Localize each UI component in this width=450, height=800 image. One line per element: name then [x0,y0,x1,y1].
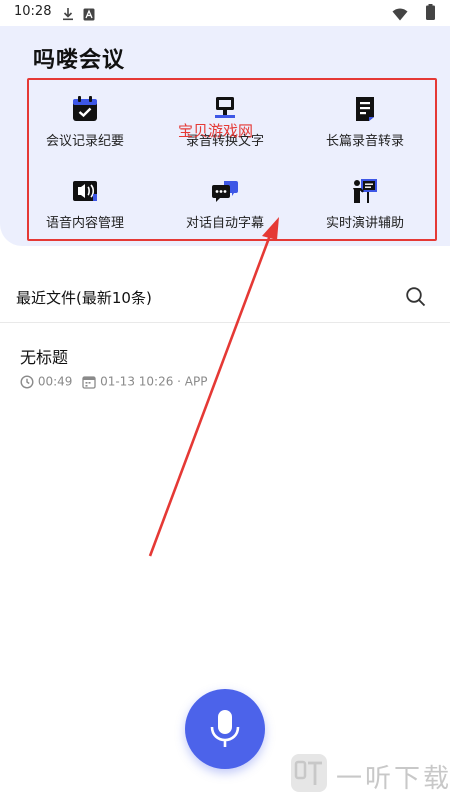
download-icon [62,6,74,25]
presenter-icon [352,178,378,204]
yiting-watermark-text: 一听下载 [336,764,450,794]
file-date-source: 01-13 10:26 · APP [100,374,208,389]
yiting-logo-icon [290,753,328,793]
feature-long-transcription[interactable]: 长篇录音转录 [295,96,435,166]
feature-voice-content-management[interactable]: 语音内容管理 [15,178,155,248]
battery-icon [426,4,435,24]
file-meta: 00:49 01-13 10:26 · APP [20,374,207,392]
header-card: 吗喽会议 会议记录纪要 录音转换文字 长篇录音转录 语音内容管理 对话自动字幕 … [0,26,450,246]
microphone-icon [210,710,240,747]
divider [0,322,450,323]
search-button[interactable] [405,286,431,312]
status-bar: 10:28 [0,0,450,26]
recent-files-title: 最近文件(最新10条) [16,289,152,307]
calendar-check-icon [72,96,98,122]
search-icon [405,287,427,312]
feature-label: 语音内容管理 [45,216,124,231]
feature-label: 长篇录音转录 [325,134,404,149]
annotation-watermark-text: 宝贝游戏网 [178,122,254,140]
calendar-icon [82,375,96,389]
monitor-icon [212,96,238,122]
status-time: 10:28 [14,4,52,19]
app-a-icon [83,6,95,25]
document-icon [352,96,378,122]
chat-bubbles-icon [212,178,238,204]
clock-icon [20,374,34,389]
feature-label: 对话自动字幕 [185,216,264,231]
feature-meeting-minutes[interactable]: 会议记录纪要 [15,96,155,166]
feature-auto-subtitles[interactable]: 对话自动字幕 [155,178,295,248]
record-button[interactable] [185,689,265,769]
feature-label: 会议记录纪要 [45,134,124,149]
feature-speech-assist[interactable]: 实时演讲辅助 [295,178,435,248]
app-title: 吗喽会议 [33,48,126,73]
wifi-icon [392,6,408,25]
file-duration: 00:49 [37,374,73,389]
audio-card-icon [72,178,98,204]
feature-label: 实时演讲辅助 [325,216,404,231]
file-title: 无标题 [20,348,69,367]
